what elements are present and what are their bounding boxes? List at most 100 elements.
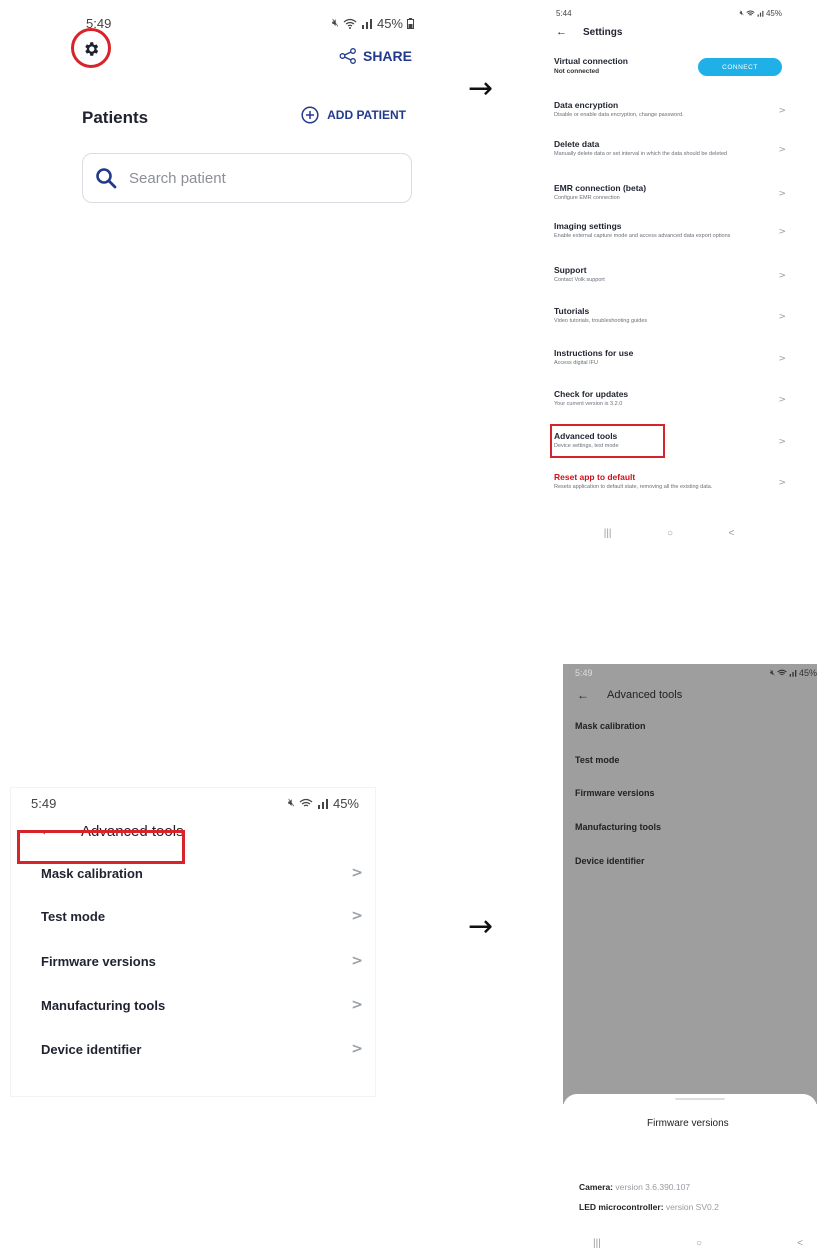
status-time: 5:44 bbox=[556, 9, 572, 18]
back-arrow-icon[interactable]: ← bbox=[577, 688, 589, 702]
settings-screen: 5:44 🔇︎ 45% ← Settings Virtual connectio… bbox=[546, 6, 792, 554]
advanced-tools-highlight bbox=[550, 424, 665, 458]
chevron-right-icon: > bbox=[778, 106, 786, 116]
battery-level: 45% bbox=[332, 796, 359, 811]
step-arrow-1: → bbox=[468, 71, 494, 106]
settings-item-desc: Enable external capture mode and access … bbox=[554, 233, 731, 239]
settings-item-emr-connection[interactable]: EMR connection (beta) Configure EMR conn… bbox=[554, 183, 786, 202]
advanced-item-device-identifier[interactable]: Device identifier bbox=[575, 856, 645, 866]
share-label: SHARE bbox=[362, 48, 412, 64]
chevron-right-icon: > bbox=[351, 908, 363, 924]
settings-item-title: Data encryption bbox=[554, 100, 619, 110]
page-title: Patients bbox=[82, 108, 149, 127]
settings-item-title: Reset app to default bbox=[554, 472, 636, 482]
status-bar: 5:44 🔇︎ 45% bbox=[546, 9, 792, 18]
add-circle-icon bbox=[301, 106, 319, 124]
advanced-item-test-mode[interactable]: Test mode > bbox=[41, 908, 363, 924]
settings-item-data-encryption[interactable]: Data encryption Disable or enable data e… bbox=[554, 100, 786, 119]
advanced-item-test-mode[interactable]: Test mode bbox=[575, 755, 619, 765]
settings-item-desc: Video tutorials, troubleshooting guides bbox=[554, 318, 648, 324]
settings-header: ← Settings bbox=[556, 26, 622, 38]
add-patient-button[interactable]: ADD PATIENT bbox=[301, 106, 406, 124]
led-firmware-line: LED microcontroller: version SV0.2 bbox=[579, 1202, 719, 1212]
chevron-right-icon: > bbox=[351, 953, 363, 969]
wifi-icon bbox=[299, 798, 313, 807]
battery-level: 45% bbox=[798, 668, 817, 678]
settings-item-title: Instructions for use bbox=[554, 348, 634, 358]
battery-level: 45% bbox=[765, 9, 782, 18]
chevron-right-icon: > bbox=[778, 395, 786, 405]
advanced-item-firmware-versions[interactable]: Firmware versions bbox=[575, 788, 655, 798]
settings-item-check-for-updates[interactable]: Check for updates Your current version i… bbox=[554, 389, 786, 408]
wifi-icon bbox=[777, 669, 787, 676]
battery-level: 45% bbox=[376, 16, 403, 31]
search-input[interactable]: Search patient bbox=[82, 153, 412, 203]
settings-item-title: Imaging settings bbox=[554, 221, 622, 231]
chevron-right-icon: > bbox=[778, 145, 786, 155]
status-bar: 5:49 🔇︎ 45% bbox=[563, 668, 817, 678]
settings-item-title: Tutorials bbox=[554, 306, 590, 316]
settings-item-title: Support bbox=[554, 265, 587, 275]
home-button[interactable]: ○ bbox=[696, 1238, 702, 1249]
settings-item-support[interactable]: Support Contact Volk support > bbox=[554, 265, 786, 284]
advanced-item-manufacturing-tools[interactable]: Manufacturing tools > bbox=[41, 997, 363, 1013]
mute-icon: 🔇︎ bbox=[332, 17, 339, 29]
android-nav-bar: ||| ○ < bbox=[546, 528, 792, 539]
firmware-versions-screen: 5:49 🔇︎ 45% ← Advanced tools Mask calibr… bbox=[553, 664, 817, 1258]
wifi-icon bbox=[746, 10, 755, 16]
advanced-item-firmware-versions[interactable]: Firmware versions > bbox=[41, 953, 363, 969]
settings-item-desc: Configure EMR connection bbox=[554, 195, 620, 201]
status-time: 5:49 bbox=[31, 796, 57, 811]
settings-item-desc: Contact Volk support bbox=[554, 277, 605, 283]
mute-icon: 🔇︎ bbox=[769, 668, 775, 677]
mute-icon: 🔇︎ bbox=[739, 9, 744, 17]
led-label: LED microcontroller: bbox=[579, 1202, 664, 1212]
add-patient-label: ADD PATIENT bbox=[327, 108, 406, 122]
status-time: 5:49 bbox=[575, 668, 593, 678]
settings-item-title: Check for updates bbox=[554, 389, 629, 399]
share-button[interactable]: SHARE bbox=[339, 48, 412, 64]
advanced-item-mask-calibration[interactable]: Mask calibration > bbox=[41, 865, 363, 881]
home-button[interactable]: ○ bbox=[667, 528, 673, 539]
settings-item-desc: Resets application to default state, rem… bbox=[554, 484, 713, 490]
led-version: version SV0.2 bbox=[665, 1202, 719, 1212]
firmware-versions-highlight bbox=[17, 830, 185, 864]
back-button[interactable]: < bbox=[728, 528, 734, 539]
signal-icon bbox=[789, 670, 797, 677]
chevron-right-icon: > bbox=[778, 271, 786, 281]
settings-item-desc: Disable or enable data encryption, chang… bbox=[554, 112, 684, 118]
advanced-item-label: Manufacturing tools bbox=[41, 998, 166, 1013]
search-icon bbox=[96, 168, 117, 189]
advanced-item-label: Device identifier bbox=[41, 1042, 142, 1057]
android-nav-bar: ||| ○ < bbox=[593, 1238, 803, 1249]
advanced-item-manufacturing-tools[interactable]: Manufacturing tools bbox=[575, 822, 661, 832]
settings-item-delete-data[interactable]: Delete data Manually delete data or set … bbox=[554, 139, 786, 158]
chevron-right-icon: > bbox=[778, 312, 786, 322]
gear-icon[interactable] bbox=[82, 40, 100, 58]
settings-item-desc: Your current version is 3.2.0 bbox=[554, 401, 623, 407]
advanced-item-mask-calibration[interactable]: Mask calibration bbox=[575, 721, 646, 731]
settings-item-title: EMR connection (beta) bbox=[554, 183, 647, 193]
signal-icon bbox=[757, 10, 764, 17]
status-bar: 5:49 🔇︎ 45% bbox=[11, 796, 375, 811]
connect-button[interactable]: CONNECT bbox=[698, 58, 782, 76]
advanced-tools-header: ← Advanced tools bbox=[577, 688, 682, 702]
back-button[interactable]: < bbox=[797, 1238, 803, 1249]
chevron-right-icon: > bbox=[351, 865, 363, 881]
settings-item-reset-app[interactable]: Reset app to default Resets application … bbox=[554, 472, 786, 491]
virtual-connection-title: Virtual connection bbox=[554, 56, 628, 66]
advanced-item-device-identifier[interactable]: Device identifier > bbox=[41, 1041, 363, 1057]
back-arrow-icon[interactable]: ← bbox=[556, 26, 567, 38]
chevron-right-icon: > bbox=[351, 997, 363, 1013]
recent-apps-button[interactable]: ||| bbox=[604, 528, 612, 539]
settings-item-instructions-for-use[interactable]: Instructions for use Access digital IFU … bbox=[554, 348, 786, 367]
sheet-title: Firmware versions bbox=[647, 1118, 729, 1129]
wifi-icon bbox=[343, 18, 357, 29]
recent-apps-button[interactable]: ||| bbox=[593, 1238, 601, 1249]
signal-icon bbox=[317, 799, 328, 809]
settings-item-tutorials[interactable]: Tutorials Video tutorials, troubleshooti… bbox=[554, 306, 786, 325]
step-arrow-2: → bbox=[468, 909, 494, 944]
chevron-right-icon: > bbox=[778, 189, 786, 199]
sheet-grab-handle[interactable] bbox=[675, 1098, 725, 1100]
settings-item-imaging-settings[interactable]: Imaging settings Enable external capture… bbox=[554, 221, 786, 240]
